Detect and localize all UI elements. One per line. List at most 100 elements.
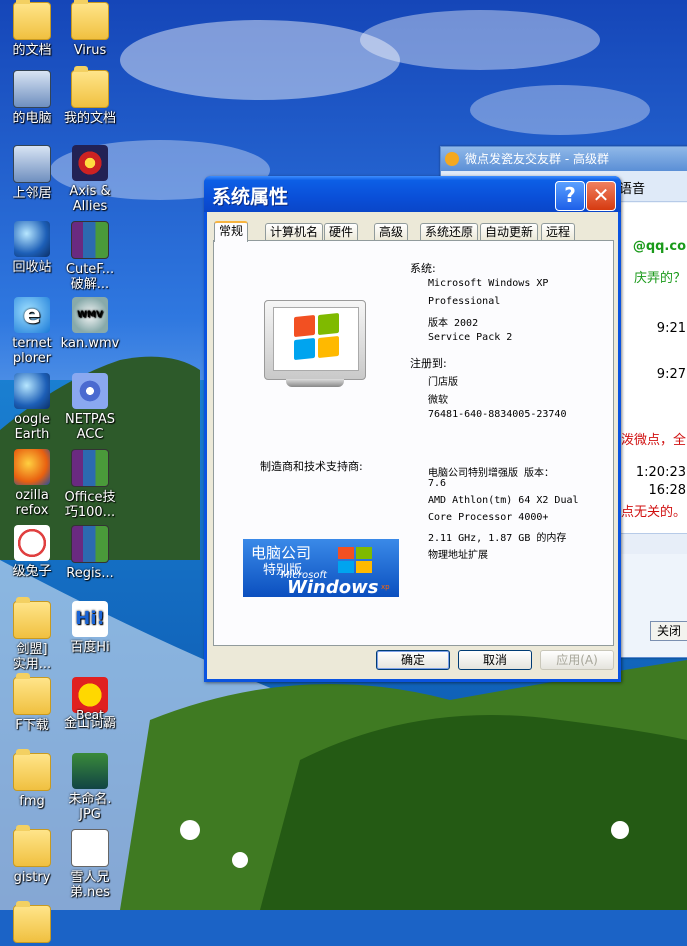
desktop-icon-label: 百度Hi (70, 640, 110, 655)
qq-titlebar[interactable]: 微点发瓷友交友群 - 高级群 (441, 147, 687, 171)
desktop-icon[interactable]: Hi! 百度Hi (48, 601, 132, 655)
folder-icon (13, 0, 51, 40)
info-line: 微软 (428, 395, 448, 406)
desktop-icon-label: kan.wmv (60, 336, 120, 351)
rar-icon (71, 525, 109, 563)
dialog-client-area: 常规 计算机名 硬件 高级 系统还原 自动更新 远程 系统: Microsoft Windo… (207, 212, 618, 679)
desktop-icon-label: 未命名. JPG (68, 792, 112, 822)
folder-icon (13, 749, 51, 791)
cancel-button[interactable]: 取消 (458, 650, 532, 670)
desktop-icon-label: Office技 巧100... (64, 490, 116, 520)
oem-windows-flag-icon (338, 547, 374, 573)
windows-xp-monitor-icon (264, 300, 366, 388)
desktop-icon[interactable]: Axis & Allies (48, 145, 132, 214)
info-line: 版本 2002 (428, 318, 479, 329)
close-button[interactable]: ✕ (586, 181, 616, 211)
manufacturer-label: 制造商和技术支持商: (260, 460, 363, 473)
qq-title: 微点发瓷友交友群 - 高级群 (465, 152, 609, 166)
folder-icon (13, 825, 51, 867)
qq-close-button[interactable]: 关闭 (650, 621, 687, 641)
system-label: 系统: (410, 262, 436, 275)
desktop-icon-label: 雪人兄 弟.nes (69, 870, 111, 900)
info-line: 电脑公司特别增强版 版本： (428, 468, 555, 479)
qq-message-line: 1:20:23 (635, 465, 686, 480)
desktop-icon-label: Regis... (66, 566, 114, 581)
rar-icon (71, 221, 109, 259)
general-tab-panel: 系统: Microsoft Windows XP Professional 版本 2… (213, 240, 614, 646)
desktop-icon[interactable]: Office技 巧100... (48, 449, 132, 520)
desktop-icon-label: NETPAS ACC (64, 412, 116, 442)
info-line: Core Processor 4000+ (428, 512, 549, 523)
beat-overlay-label: Beat (76, 708, 104, 722)
desktop-icon-label: Virus (73, 43, 107, 58)
info-line: Professional (428, 296, 501, 307)
info-line: Microsoft Windows XP (428, 278, 549, 289)
info-line: 7.6 (428, 478, 447, 489)
axis-icon (72, 145, 108, 181)
dialog-titlebar[interactable]: 系统属性 ? ✕ (204, 176, 621, 212)
desktop-icon-label: 我的文档 (63, 111, 116, 126)
tab-3[interactable]: 高级 (374, 223, 409, 240)
desktop-icon[interactable]: 我的文档 (48, 66, 132, 126)
tab-6[interactable]: 远程 (541, 223, 576, 240)
ff-icon (14, 449, 50, 485)
desktop-icon[interactable]: 雪人兄 弟.nes (48, 829, 132, 900)
tab-5[interactable]: 自动更新 (480, 223, 539, 240)
qq-voice-label: 语音 (619, 182, 646, 197)
qq-message-line: 泼微点，全 (620, 433, 686, 448)
qq-message-line: 点无关的。 (620, 505, 686, 520)
qq-message-line: 16:28 (648, 483, 686, 498)
oem-logo: 电脑公司 特别版 Microsoft Windows xp (243, 539, 399, 598)
desktop-icon[interactable]: CuteF... 破解... (48, 221, 132, 292)
help-button[interactable]: ? (555, 181, 585, 211)
registered-to-label: 注册到: (410, 357, 447, 370)
info-line: 物理地址扩展 (428, 550, 488, 561)
qq-close-label: 关闭 (656, 624, 681, 638)
info-line: 76481-640-8834005-23740 (428, 409, 567, 420)
info-line: Service Pack 2 (428, 332, 513, 343)
apply-button[interactable]: 应用(A) (540, 650, 614, 670)
pc-icon (13, 70, 51, 108)
desktop-icon[interactable]: Regis... (48, 525, 132, 581)
folder-icon (71, 0, 109, 40)
info-line: AMD Athlon(tm) 64 X2 Dual (428, 495, 579, 506)
desktop-icon-label: CuteF... 破解... (65, 262, 115, 292)
tab-4[interactable]: 系统还原 (420, 223, 479, 240)
eye-icon (72, 753, 108, 789)
globe-icon (14, 373, 50, 409)
qq-group-icon (445, 152, 459, 166)
qq-message-line: 庆弄的？ (633, 271, 686, 286)
folder-icon (13, 673, 51, 715)
folder-icon (71, 66, 109, 108)
ie-icon: e (14, 297, 50, 333)
rar-icon (71, 449, 109, 487)
info-line: 门店版 (428, 377, 458, 388)
help-icon: ? (564, 183, 576, 207)
tab-2[interactable]: 硬件 (324, 223, 359, 240)
desktop-icon[interactable] (0, 901, 74, 946)
close-icon: ✕ (592, 183, 610, 207)
ok-button[interactable]: 确定 (376, 650, 450, 670)
wmv-icon: WMV (72, 297, 108, 333)
qq-voice-button[interactable]: 语音 (619, 178, 645, 197)
system-properties-dialog: 系统属性 ? ✕ 常规 计算机名 硬件 高级 系统还原 自动更新 远程 系统: … (204, 176, 621, 682)
desktop-icon[interactable]: Virus (48, 0, 132, 58)
dialog-title: 系统属性 (212, 186, 289, 208)
folder-icon (13, 597, 51, 639)
folder-icon (13, 901, 51, 943)
hi-icon: Hi! (72, 601, 108, 637)
qq-message-line: 9:27 (656, 367, 686, 382)
info-line: 2.11 GHz, 1.87 GB 的内存 (428, 533, 567, 544)
desktop-icon[interactable]: 未命名. JPG (48, 753, 132, 822)
doc-icon (71, 829, 109, 867)
rabbit-icon (14, 525, 50, 561)
desktop-icon[interactable]: WMV kan.wmv (48, 297, 132, 351)
tab-1[interactable]: 计算机名 (265, 223, 324, 240)
qq-message-line: 9:21 (656, 321, 686, 336)
tab-0[interactable]: 常规 (214, 221, 249, 242)
desktop-icon[interactable]: NETPAS ACC (48, 373, 132, 442)
globe-icon (14, 221, 50, 257)
pc-icon (13, 145, 51, 183)
net-icon (72, 373, 108, 409)
desktop-icon-label: Axis & Allies (69, 184, 111, 214)
